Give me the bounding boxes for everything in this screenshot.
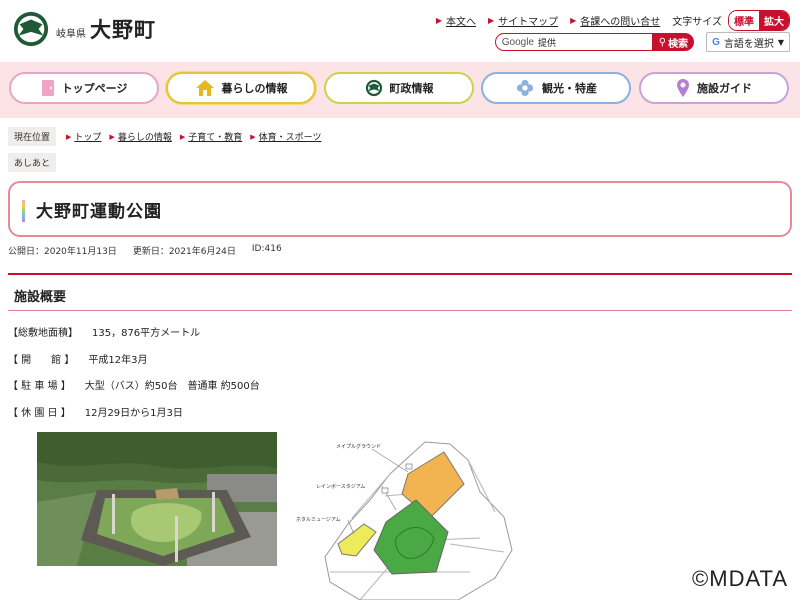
search-button-label: 検索 [668, 38, 689, 50]
search-row: Google 提供 ⚲ 検索 G 言語を選択 ▼ [494, 32, 790, 52]
search-button[interactable]: ⚲ 検索 [652, 33, 695, 51]
info-row: 【 駐 車 場 】 大型（バス）約50台 普通車 約500台 [8, 377, 260, 392]
google-translate-icon: G [712, 36, 720, 48]
section-heading: 施設概要 [14, 290, 67, 305]
map-label-maple-ground: メイプルグラウンド [336, 443, 381, 450]
facility-map: メイプルグラウンド レインボースタジアム ホタルミュージアム [290, 432, 520, 600]
site-logo[interactable]: 岐阜県 大野町 [12, 10, 156, 48]
utility-links: ▶ 本文へ ▶ サイトマップ ▶ 各課への問い合せ 文字サイズ 標準 拡大 [436, 10, 790, 31]
watermark: ©MDATA [692, 566, 788, 591]
info-label: 【 開 館 】 [8, 355, 75, 366]
breadcrumb-link[interactable]: 子育て・教育 [188, 130, 242, 143]
info-value: 大型（バス）約50台 普通車 約500台 [84, 381, 260, 392]
font-size-label: 文字サイズ [672, 17, 722, 28]
breadcrumb-item[interactable]: ▶ トップ [66, 130, 101, 144]
font-size-switcher: 標準 拡大 [728, 10, 790, 31]
info-label: 【総敷地面積】 [8, 328, 78, 339]
breadcrumb-tag: 現在位置 [8, 127, 57, 146]
info-value: 平成12年3月 [88, 355, 148, 366]
triangle-icon: ▶ [66, 132, 72, 141]
house-icon [195, 80, 214, 96]
page-dates: 公開日：2020年11月13日 更新日：2021年6月24日 ID:416 [8, 244, 298, 257]
sitemap-text[interactable]: サイトマップ [498, 13, 558, 28]
nav-label: 観光・特産 [542, 82, 597, 95]
info-row: 【総敷地面積】 135，876平方メートル [8, 324, 200, 339]
page-title-box: 大野町運動公園 [8, 181, 792, 237]
page-id: ID:416 [251, 244, 282, 254]
language-select-label: 言語を選択 [723, 38, 774, 50]
nav-facility-guide[interactable]: 施設ガイド [639, 72, 789, 104]
global-nav: トップページ 暮らしの情報 町政情報 観光・特産 施設ガイド [0, 62, 800, 118]
breadcrumb-item[interactable]: ▶ 暮らしの情報 [109, 130, 172, 144]
flower-icon [516, 79, 534, 97]
facility-map-drawing: メイプルグラウンド レインボースタジアム ホタルミュージアム [290, 432, 520, 600]
nav-label: 町政情報 [389, 82, 434, 95]
font-size-large-button[interactable]: 拡大 [759, 11, 789, 30]
search-icon: ⚲ [658, 36, 667, 48]
page-title: 大野町運動公園 [36, 202, 162, 222]
prefecture-name: 岐阜県 [56, 28, 86, 40]
search-placeholder: 提供 [537, 38, 556, 49]
breadcrumb: 現在位置 ▶ トップ ▶ 暮らしの情報 ▶ 子育て・教育 ▶ 体育・スポーツ [8, 127, 329, 146]
contact-link[interactable]: ▶ 各課への問い合せ [570, 13, 660, 28]
map-label-firefly-museum: ホタルミュージアム [296, 516, 341, 523]
info-row: 【 開 館 】 平成12年3月 [8, 351, 147, 366]
nav-top-page[interactable]: トップページ [9, 72, 159, 104]
triangle-icon: ▶ [250, 132, 256, 141]
footprints-tag: あしあと [8, 153, 57, 172]
skip-to-content-link[interactable]: ▶ 本文へ [436, 13, 476, 28]
info-value: 135，876平方メートル [92, 328, 201, 339]
chevron-down-icon: ▼ [777, 37, 784, 47]
breadcrumb-item[interactable]: ▶ 子育て・教育 [179, 130, 242, 144]
door-icon [41, 80, 54, 96]
breadcrumb-link[interactable]: 体育・スポーツ [259, 130, 322, 143]
language-select[interactable]: G 言語を選択 ▼ [706, 32, 790, 52]
site-header: 岐阜県 大野町 ▶ 本文へ ▶ サイトマップ ▶ 各課への問い合せ 文字サイズ … [0, 0, 800, 62]
title-color-bar [22, 200, 25, 222]
search-input[interactable]: Google 提供 [494, 33, 653, 51]
park-aerial-photo [37, 432, 277, 566]
triangle-icon: ▶ [109, 132, 115, 141]
triangle-icon: ▶ [179, 132, 186, 141]
published-date: 公開日：2020年11月13日 [8, 247, 117, 257]
town-emblem-icon [365, 79, 382, 97]
nav-tourism-specialties[interactable]: 観光・特産 [481, 72, 631, 104]
nav-label: トップページ [61, 82, 128, 95]
triangle-icon: ▶ [570, 16, 577, 25]
map-label-rainbow-stadium: レインボースタジアム [316, 483, 365, 490]
info-label: 【 休 園 日 】 [8, 408, 71, 419]
town-emblem-icon [13, 11, 49, 47]
sitemap-link[interactable]: ▶ サイトマップ [488, 13, 558, 28]
nav-living-info[interactable]: 暮らしの情報 [166, 72, 316, 104]
updated-date: 更新日：2021年6月24日 [132, 247, 236, 257]
info-value: 12月29日から1月3日 [84, 408, 183, 419]
town-name: 大野町 [90, 18, 156, 42]
location-pin-icon [677, 79, 689, 97]
google-brand: Google [501, 36, 534, 48]
triangle-icon: ▶ [435, 16, 442, 25]
nav-label: 施設ガイド [697, 82, 752, 95]
nav-label: 暮らしの情報 [221, 82, 288, 95]
nav-town-administration[interactable]: 町政情報 [324, 72, 474, 104]
info-label: 【 駐 車 場 】 [8, 381, 71, 392]
triangle-icon: ▶ [487, 16, 495, 25]
breadcrumb-link[interactable]: 暮らしの情報 [118, 130, 172, 143]
font-size-standard-button[interactable]: 標準 [729, 11, 759, 30]
section-heading-box: 施設概要 [8, 273, 792, 311]
contact-text[interactable]: 各課への問い合せ [580, 13, 660, 28]
skip-to-content-text[interactable]: 本文へ [446, 13, 476, 28]
info-row: 【 休 園 日 】 12月29日から1月3日 [8, 404, 183, 419]
breadcrumb-link[interactable]: トップ [74, 130, 101, 143]
breadcrumb-item[interactable]: ▶ 体育・スポーツ [250, 130, 322, 144]
